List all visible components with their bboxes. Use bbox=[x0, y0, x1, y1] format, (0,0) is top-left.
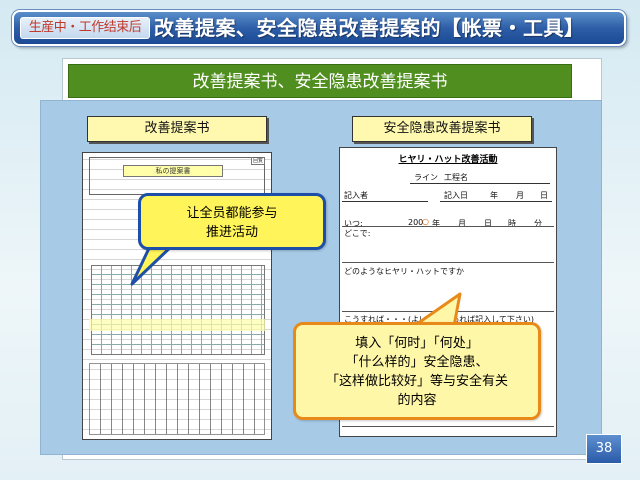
page-number: 38 bbox=[586, 434, 622, 464]
callout-participation: 让全员都能参与 推进活动 bbox=[138, 193, 326, 250]
callout-line: 填入「何时」「何处」 bbox=[355, 336, 479, 351]
label-safety-form: 安全隐患改善提案书 bbox=[352, 116, 532, 142]
where-divider bbox=[342, 226, 554, 227]
process-label: 工程名 bbox=[444, 173, 468, 182]
when-day: 日 bbox=[484, 219, 492, 228]
section-title: 改善提案书、安全隐患改善提案书 bbox=[68, 64, 572, 98]
what-divider bbox=[342, 262, 554, 263]
bottom-divider bbox=[342, 426, 554, 427]
author-label: 記入者 bbox=[344, 191, 368, 200]
callout-line: 的内容 bbox=[397, 393, 437, 408]
slide-title: 改善提案、安全隐患改善提案的【帐票・工具】 bbox=[154, 16, 585, 40]
where-label: どこで: bbox=[344, 229, 371, 238]
date-underline bbox=[440, 201, 552, 202]
form-title: ヒヤリ・ハット改善活動 bbox=[398, 155, 498, 165]
line-label: ライン bbox=[414, 173, 438, 182]
callout-line: 让全员都能参与 bbox=[186, 206, 278, 221]
form-stamp-text: 私の提案書 bbox=[155, 167, 191, 175]
form-corner-box: 回覧 bbox=[251, 157, 265, 165]
date-year: 年 bbox=[490, 191, 498, 200]
form-highlight-strip bbox=[89, 319, 265, 331]
callout-line: 推进活动 bbox=[205, 225, 258, 240]
callout-fill-in: 填入「何时」「何处」 「什么样的」安全隐患、 「这样做比较好」等与安全有关 的内… bbox=[293, 322, 541, 420]
form-corner-text: 回覧 bbox=[252, 158, 263, 164]
when-month: 月 bbox=[458, 219, 466, 228]
when-year: 年 bbox=[432, 219, 440, 228]
callout-line: 「这样做比较好」等与安全有关 bbox=[325, 374, 508, 389]
form-table-block bbox=[89, 363, 265, 435]
phase-tag: 生産中・工作结束后 bbox=[20, 17, 150, 39]
date-month: 月 bbox=[516, 191, 524, 200]
circle-icon: ○ bbox=[422, 217, 429, 226]
when-minute: 分 bbox=[534, 219, 542, 228]
when-hour: 時 bbox=[508, 219, 516, 228]
author-underline bbox=[342, 201, 428, 202]
date-day: 日 bbox=[540, 191, 548, 200]
form-stamp-box: 私の提案書 bbox=[123, 165, 223, 177]
line-process-underline bbox=[410, 183, 550, 184]
callout-line: 「什么样的」安全隐患、 bbox=[345, 355, 489, 370]
label-kaizen-form: 改善提案书 bbox=[87, 116, 267, 142]
what-label: どのようなヒヤリ・ハットですか bbox=[344, 267, 464, 276]
date-label: 記入日 bbox=[444, 191, 468, 200]
